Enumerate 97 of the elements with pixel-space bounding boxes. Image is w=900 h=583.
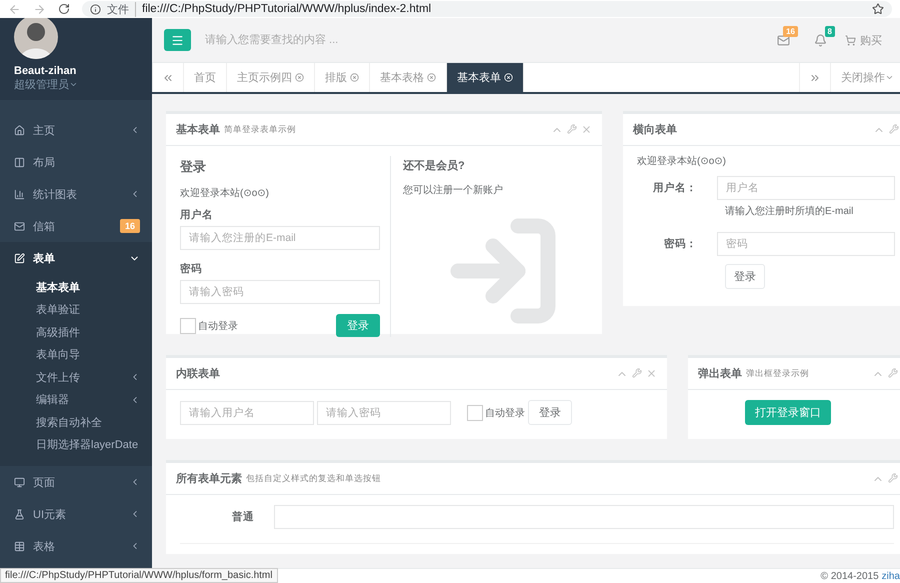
checkbox-label: 自动登录 (485, 406, 525, 420)
close-icon[interactable] (646, 368, 657, 378)
wrench-icon[interactable] (567, 124, 577, 134)
forward-icon[interactable] (33, 2, 46, 16)
home-icon (14, 124, 25, 136)
mail-icon[interactable] (777, 34, 790, 46)
login-button[interactable]: 登录 (528, 400, 572, 425)
url-text: file:///C:/PhpStudy/PHPTutorial/WWW/hplus/index-2.html (142, 3, 432, 15)
wrench-icon[interactable] (888, 472, 898, 482)
flask-icon (14, 508, 25, 520)
username-input[interactable]: 请输入用户名 (180, 400, 314, 424)
checkbox[interactable] (467, 404, 483, 420)
cart-icon (845, 34, 856, 46)
page-tab[interactable]: 首页 (184, 63, 227, 92)
text-input[interactable] (274, 505, 894, 529)
mail-icon (14, 220, 25, 232)
bookmark-star-icon[interactable] (872, 3, 884, 15)
address-bar[interactable]: 文件 file:///C:/PhpStudy/PHPTutorial/WWW/hplus/index-2.html (82, 1, 892, 17)
panel-title: 所有表单元素 (176, 472, 242, 486)
wrench-icon[interactable] (632, 368, 642, 378)
password-input[interactable]: 密码 (717, 232, 895, 256)
wrench-icon[interactable] (889, 124, 899, 134)
field-label: 用户名 (180, 208, 214, 222)
search-field[interactable]: 请输入您需要查找的内容 ... (203, 33, 759, 47)
submenu-item[interactable]: 文件上传 (0, 366, 152, 388)
form-heading: 登录 (180, 158, 207, 176)
panel-subtitle: 简单登录表单示例 (224, 124, 297, 136)
edit-icon (14, 252, 25, 264)
password-input[interactable]: 请输入密码 (180, 280, 380, 304)
buy-link[interactable]: 购买 (845, 32, 882, 48)
field-label: 密码 (180, 262, 203, 276)
checkbox-label: 自动登录 (198, 320, 238, 332)
panel-title: 横向表单 (633, 122, 677, 137)
welcome-text: 欢迎登录本站(⊙o⊙) (637, 154, 727, 168)
submenu-item[interactable]: 日期选择器layerDate (0, 434, 152, 456)
author-link[interactable]: ziha (882, 570, 900, 582)
status-url: file:///C:/PhpStudy/PHPTutorial/WWW/hplus/form_basic.html (0, 568, 278, 583)
form-heading: 还不是会员? (403, 158, 466, 173)
scroll-right-button[interactable] (799, 63, 831, 92)
nav-item[interactable]: 表格 (0, 530, 152, 562)
panel-title: 内联表单 (176, 366, 220, 381)
submenu-item[interactable]: 表单验证 (0, 298, 152, 321)
login-button[interactable]: 登录 (725, 264, 765, 289)
nav-item[interactable]: 页面 (0, 466, 152, 498)
table-icon (14, 540, 25, 552)
info-icon (90, 4, 101, 14)
bell-icon[interactable] (814, 34, 827, 46)
scheme-label: 文件 (107, 2, 136, 16)
nav-item[interactable]: 表单 (0, 242, 152, 274)
page-tab[interactable]: 基本表单 (447, 63, 524, 92)
password-input[interactable]: 请输入密码 (317, 400, 451, 424)
copyright-text: © 2014-2015 (820, 570, 879, 582)
panel-subtitle: 包括自定义样式的复选和单选按钮 (246, 472, 382, 484)
field-label: 密码： (663, 237, 697, 251)
field-label: 用户名： (652, 181, 697, 195)
reload-icon[interactable] (58, 3, 70, 15)
checkbox[interactable] (180, 318, 196, 334)
panel-title: 弹出表单 (698, 366, 742, 381)
email-input[interactable]: 请输入您注册的E-mail (180, 226, 380, 250)
wrench-icon[interactable] (888, 368, 898, 378)
nav-item[interactable]: 布局 (0, 146, 152, 178)
menu-button[interactable] (164, 29, 191, 51)
open-login-button[interactable]: 打开登录窗口 (745, 400, 831, 425)
submenu-item[interactable]: 搜索自动补全 (0, 411, 152, 434)
field-label: 普通 (231, 510, 254, 524)
welcome-text: 欢迎登录本站(⊙o⊙) (180, 186, 270, 200)
page-tab[interactable]: 主页示例四 (227, 63, 315, 92)
nav-item[interactable]: 主页 (0, 114, 152, 146)
submenu-item[interactable]: 表单向导 (0, 344, 152, 366)
help-text: 请输入您注册时所填的E-mail (725, 204, 854, 218)
nav-item[interactable]: 统计图表 (0, 178, 152, 210)
username-input[interactable]: 用户名 (717, 176, 895, 200)
panel-subtitle: 弹出框登录示例 (746, 368, 810, 380)
menu-icon (171, 34, 184, 46)
avatar (14, 18, 58, 59)
columns-icon (14, 156, 25, 168)
user-role[interactable]: 超级管理员 (14, 77, 138, 92)
panel-title: 基本表单 (176, 122, 220, 137)
count-badge: 8 (824, 26, 835, 36)
count-badge: 16 (783, 26, 798, 36)
bar-chart-icon (14, 188, 25, 200)
login-button[interactable]: 登录 (336, 314, 380, 337)
register-text: 您可以注册一个新账户 (403, 184, 504, 197)
submenu-item[interactable]: 基本表单 (0, 276, 152, 298)
submenu-item[interactable]: 编辑器 (0, 388, 152, 411)
nav-item[interactable]: UI元素 (0, 498, 152, 530)
submenu-item[interactable]: 高级插件 (0, 321, 152, 344)
page-tab[interactable]: 排版 (315, 63, 370, 92)
monitor-icon (14, 476, 25, 488)
close-icon[interactable] (581, 124, 592, 134)
caret-icon (885, 73, 894, 82)
caret-icon (69, 80, 78, 89)
user-name: Beaut-zihan (14, 65, 78, 77)
count-badge: 16 (120, 219, 140, 233)
nav-item[interactable]: 信箱 16 (0, 210, 152, 242)
scroll-left-button[interactable] (152, 63, 184, 92)
back-icon[interactable] (8, 2, 21, 16)
